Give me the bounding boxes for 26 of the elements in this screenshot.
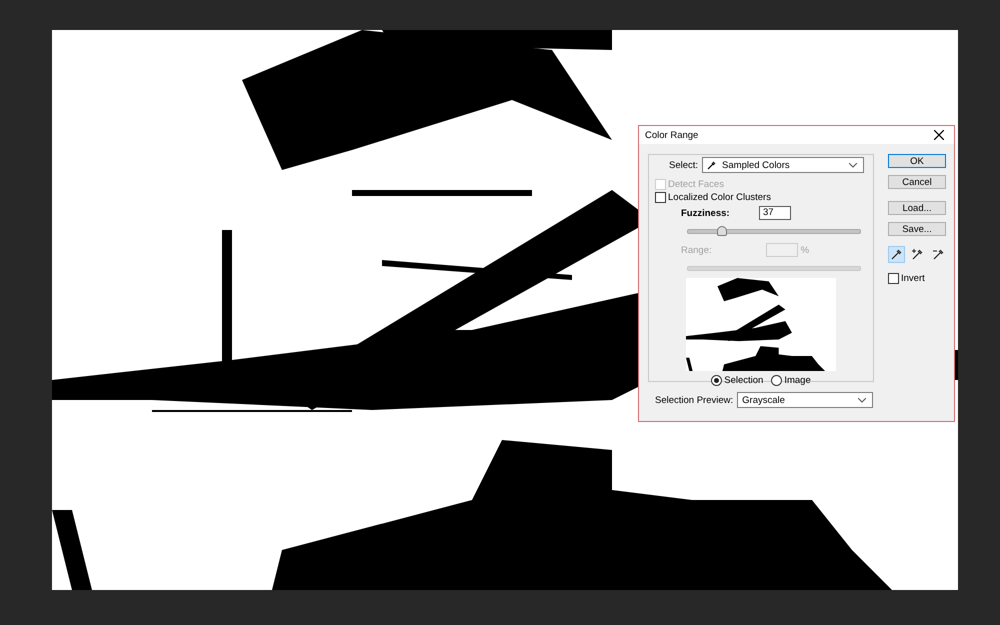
select-dropdown[interactable]: Sampled Colors [702,157,864,173]
dialog-button[interactable]: Save... [888,222,946,236]
eyedropper-icon [707,160,718,170]
fuzziness-input[interactable]: 37 [759,206,791,220]
selection-preview-label: Selection Preview: [655,394,734,406]
fuzziness-slider[interactable] [687,229,861,234]
eyedropper-plus-icon [911,248,923,260]
dialog-button[interactable]: Load... [888,201,946,215]
dialog-button[interactable]: Cancel [888,175,946,189]
eyedropper-icon [890,248,902,260]
eyedropper-minus-icon [932,248,944,260]
dialog-button[interactable]: OK [888,154,946,168]
percent-unit: % [800,244,810,256]
chevron-down-icon [849,162,858,168]
checkbox-option[interactable]: Localized Color Clusters [655,191,867,204]
close-icon [934,130,944,140]
select-label: Select: [669,160,698,170]
preview-mode-radio[interactable]: Selection [711,375,764,386]
eyedropper-tool[interactable] [888,246,905,263]
fuzziness-label: Fuzziness: [681,208,731,218]
invert-checkbox[interactable]: Invert [888,272,946,285]
range-label: Range: [681,244,712,256]
dialog-title: Color Range [645,130,698,140]
chevron-down-icon [858,398,866,402]
selection-preview-dropdown[interactable]: Grayscale [737,392,874,408]
preview-mode-radio[interactable]: Image [771,375,811,386]
